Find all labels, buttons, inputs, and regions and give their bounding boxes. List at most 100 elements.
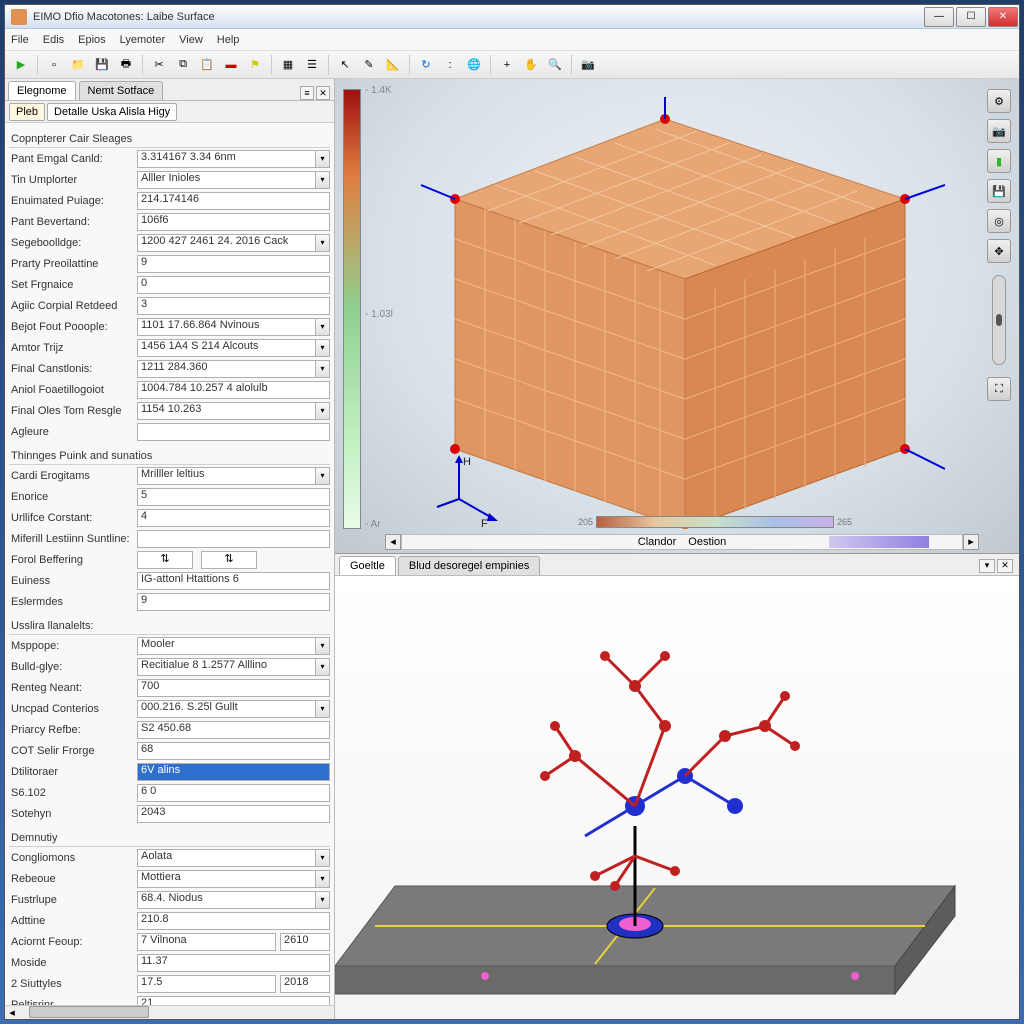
chevron-down-icon[interactable]: ▾	[316, 467, 330, 485]
property-input[interactable]: 214.174146	[137, 192, 330, 210]
chevron-down-icon[interactable]: ▾	[316, 870, 330, 888]
property-input-2[interactable]: 2018	[280, 975, 330, 993]
property-input[interactable]: 9	[137, 255, 330, 273]
chevron-down-icon[interactable]: ▾	[316, 849, 330, 867]
save-icon[interactable]: 💾	[92, 55, 112, 75]
delete-icon[interactable]: ▬	[221, 55, 241, 75]
property-input[interactable]: S2 450.68	[137, 721, 330, 739]
stepper-b[interactable]: ⇅	[201, 551, 257, 569]
minimize-button[interactable]: —	[924, 7, 954, 27]
expand-icon[interactable]: ⛶	[987, 377, 1011, 401]
move-icon[interactable]: ✥	[987, 239, 1011, 263]
property-input[interactable]: 000.216. S.25l Gullt	[137, 700, 316, 718]
flag-icon[interactable]: ⚑	[245, 55, 265, 75]
property-input[interactable]: 21	[137, 996, 330, 1005]
property-input[interactable]: 0	[137, 276, 330, 294]
menu-view[interactable]: View	[179, 34, 203, 46]
zoom-slider[interactable]	[992, 275, 1006, 365]
menu-file[interactable]: File	[11, 34, 29, 46]
property-input[interactable]: 5	[137, 488, 330, 506]
property-input[interactable]: 68.4. Niodus	[137, 891, 316, 909]
chevron-down-icon[interactable]: ▾	[316, 318, 330, 336]
property-input[interactable]: Mooler	[137, 637, 316, 655]
tab-blud[interactable]: Blud desoregel empinies	[398, 556, 540, 575]
menu-epios[interactable]: Epios	[78, 34, 106, 46]
copy-icon[interactable]: ⧉	[173, 55, 193, 75]
property-input[interactable]: 1101 17.66.864 Nvinous	[137, 318, 316, 336]
list-icon[interactable]: ☰	[302, 55, 322, 75]
tab-nemt-sotface[interactable]: Nemt Sotface	[79, 81, 164, 100]
new-icon[interactable]: ▫	[44, 55, 64, 75]
tab-goeltle[interactable]: Goeltle	[339, 556, 396, 575]
property-input[interactable]: Aolata	[137, 849, 316, 867]
property-input[interactable]: 210.8	[137, 912, 330, 930]
property-input[interactable]: 2043	[137, 805, 330, 823]
chevron-down-icon[interactable]: ▾	[316, 234, 330, 252]
measure-icon[interactable]: 📐	[383, 55, 403, 75]
property-input[interactable]: 9	[137, 593, 330, 611]
property-input[interactable]: 17.5	[137, 975, 276, 993]
paste-icon[interactable]: 📋	[197, 55, 217, 75]
property-input[interactable]: 68	[137, 742, 330, 760]
zoom-icon[interactable]: 🔍	[545, 55, 565, 75]
property-input[interactable]: Mottiera	[137, 870, 316, 888]
print-icon[interactable]: 🖶	[116, 55, 136, 75]
property-input[interactable]: IG-attonl Htattions 6	[137, 572, 330, 590]
property-input[interactable]: 1200 427 2461 24. 2016 Cack	[137, 234, 316, 252]
chevron-down-icon[interactable]: ▾	[316, 637, 330, 655]
menu-help[interactable]: Help	[217, 34, 240, 46]
play-icon[interactable]: ▶	[11, 55, 31, 75]
property-input[interactable]: 4	[137, 509, 330, 527]
brush-icon[interactable]: ✎	[359, 55, 379, 75]
property-input[interactable]: 1004.784 10.257 4 alolulb	[137, 381, 330, 399]
grid-icon[interactable]: ▦	[278, 55, 298, 75]
property-input[interactable]: 700	[137, 679, 330, 697]
property-input[interactable]	[137, 423, 330, 441]
tab-menu-icon[interactable]: ≡	[300, 86, 314, 100]
target-icon[interactable]: ◎	[987, 209, 1011, 233]
chevron-down-icon[interactable]: ▾	[316, 402, 330, 420]
hand-icon[interactable]: ✋	[521, 55, 541, 75]
maximize-button[interactable]: ☐	[956, 7, 986, 27]
viewport-3d[interactable]: - 1.4K - 1.03l - Ar	[335, 79, 1019, 554]
property-input[interactable]: 11.37	[137, 954, 330, 972]
battery-icon[interactable]: ▮	[987, 149, 1011, 173]
property-input[interactable]: 3	[137, 297, 330, 315]
property-input[interactable]: 106f6	[137, 213, 330, 231]
menu-lyemoter[interactable]: Lyemoter	[120, 34, 165, 46]
property-input[interactable]: Alller Inioles	[137, 171, 316, 189]
close-button[interactable]: ✕	[988, 7, 1018, 27]
property-input[interactable]: 6V alins	[137, 763, 330, 781]
scroll-right-icon[interactable]: ▸	[963, 534, 979, 550]
property-input[interactable]: Mrilller leltius	[137, 467, 316, 485]
crosshair-icon[interactable]: +	[497, 55, 517, 75]
molecule-viewport[interactable]	[335, 576, 1019, 1019]
gear-icon[interactable]: ⚙	[987, 89, 1011, 113]
colon-icon[interactable]: :	[440, 55, 460, 75]
open-icon[interactable]: 📁	[68, 55, 88, 75]
globe-icon[interactable]: 🌐	[464, 55, 484, 75]
chevron-down-icon[interactable]: ▾	[316, 171, 330, 189]
property-input[interactable]: 7 Vilnona	[137, 933, 276, 951]
property-input[interactable]: 6 0	[137, 784, 330, 802]
scrollbar-thumb[interactable]	[29, 1006, 149, 1018]
refresh-icon[interactable]: ↻	[416, 55, 436, 75]
scroll-left-icon[interactable]: ◂	[385, 534, 401, 550]
property-input[interactable]	[137, 530, 330, 548]
camera-icon[interactable]: 📷	[578, 55, 598, 75]
property-input[interactable]: 1456 1A4 S 214 Alcouts	[137, 339, 316, 357]
save-view-icon[interactable]: 💾	[987, 179, 1011, 203]
chevron-down-icon[interactable]: ▾	[316, 700, 330, 718]
horizontal-scroll[interactable]: ◂ Clandor Oestion ▸	[385, 533, 979, 551]
property-input[interactable]: 3.314167 3.34 6nm	[137, 150, 316, 168]
chevron-down-icon[interactable]: ▾	[316, 360, 330, 378]
camera-tool-icon[interactable]: 📷	[987, 119, 1011, 143]
horizontal-scrollbar[interactable]: ◂	[5, 1005, 334, 1019]
property-input[interactable]: 1154 10.263	[137, 402, 316, 420]
subtab-pleb[interactable]: Pleb	[9, 103, 45, 121]
tab-close-icon[interactable]: ✕	[316, 86, 330, 100]
chevron-down-icon[interactable]: ▾	[316, 891, 330, 909]
chevron-down-icon[interactable]: ▾	[316, 658, 330, 676]
properties-body[interactable]: Copnpterer Cair SleagesPant Emgal Canld:…	[5, 123, 334, 1005]
property-input[interactable]: Recitialue 8 1.2577 Alllino	[137, 658, 316, 676]
